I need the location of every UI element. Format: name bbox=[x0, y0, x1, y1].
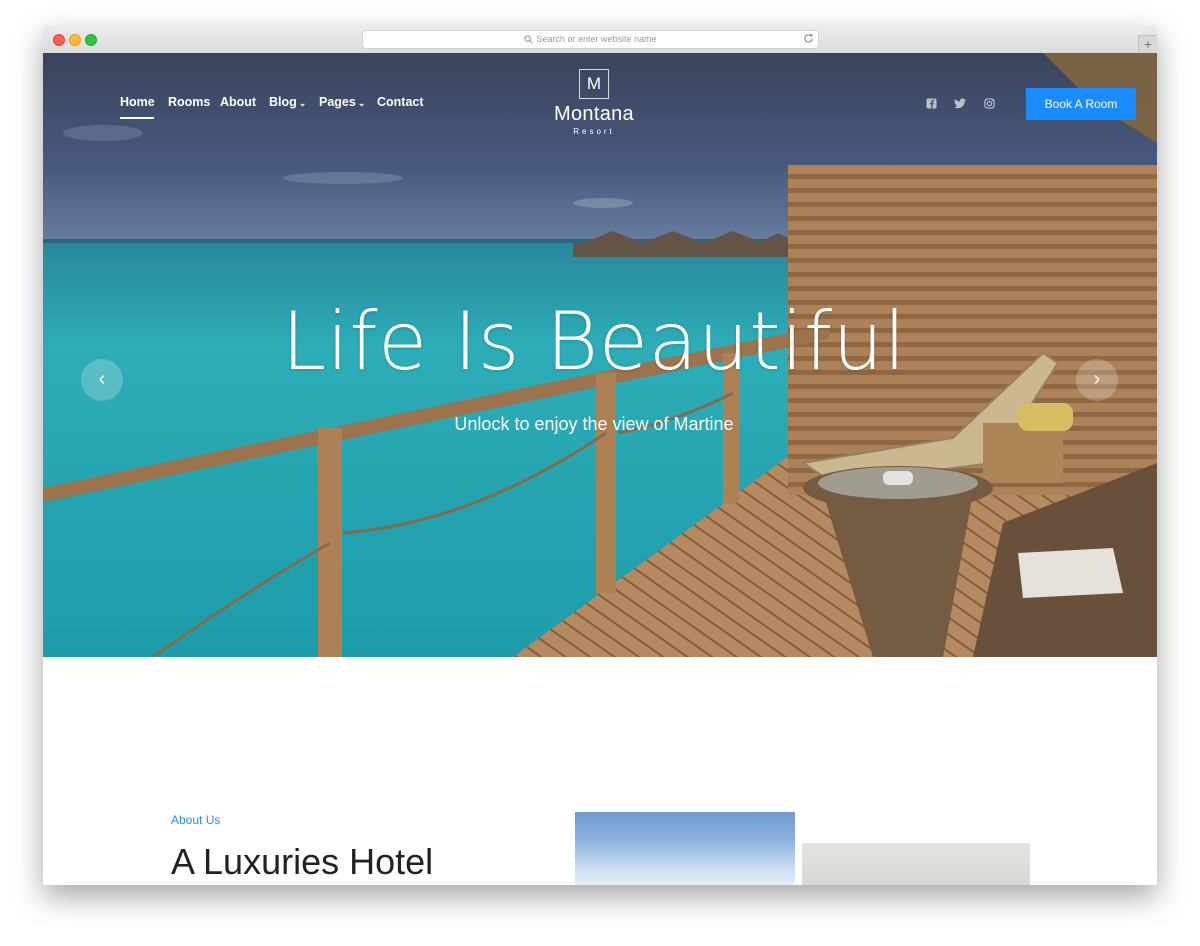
close-window-button[interactable] bbox=[53, 34, 65, 46]
browser-window: Search or enter website name + Home Room… bbox=[43, 25, 1157, 885]
facebook-icon[interactable] bbox=[926, 98, 937, 109]
book-a-room-button[interactable]: Book A Room bbox=[1026, 88, 1136, 120]
address-placeholder: Search or enter website name bbox=[536, 34, 657, 44]
site-logo[interactable]: M Montana Resort bbox=[551, 69, 637, 136]
nav-contact-label: Contact bbox=[377, 95, 424, 109]
hero-title: Life Is Beautiful bbox=[281, 295, 907, 388]
minimize-window-button[interactable] bbox=[69, 34, 81, 46]
chevron-down-icon: ⌄ bbox=[357, 98, 366, 108]
hero-subtitle: Unlock to enjoy the view of Martine bbox=[454, 414, 734, 434]
nav-rooms-label: Rooms bbox=[168, 95, 211, 109]
new-tab-button[interactable]: + bbox=[1138, 35, 1157, 54]
slider-prev-button[interactable]: ‹ bbox=[81, 359, 123, 401]
nav-blog-label: Blog bbox=[269, 95, 297, 109]
chevron-left-icon: ‹ bbox=[98, 368, 106, 390]
nav-contact[interactable]: Contact bbox=[377, 95, 424, 109]
hero-slider: Home Rooms About Blog ⌄ Pages ⌄ Contact M … bbox=[43, 53, 1157, 657]
logo-mark: M bbox=[579, 69, 609, 99]
reload-icon[interactable] bbox=[803, 33, 814, 44]
nav-active-underline bbox=[120, 117, 154, 119]
nav-home[interactable]: Home bbox=[120, 95, 155, 109]
chevron-right-icon: › bbox=[1093, 368, 1101, 390]
nav-pages[interactable]: Pages ⌄ bbox=[319, 95, 365, 109]
nav-about-label: About bbox=[220, 95, 257, 109]
instagram-icon[interactable] bbox=[984, 98, 995, 109]
nav-pages-label: Pages bbox=[319, 95, 356, 109]
about-image-room bbox=[802, 843, 1030, 885]
nav-rooms[interactable]: Rooms bbox=[168, 95, 210, 109]
nav-home-label: Home bbox=[120, 95, 155, 109]
nav-about[interactable]: About bbox=[220, 95, 256, 109]
about-section-title: A Luxuries Hotel bbox=[171, 841, 434, 882]
nav-blog[interactable]: Blog ⌄ bbox=[269, 95, 306, 109]
maximize-window-button[interactable] bbox=[85, 34, 97, 46]
chevron-down-icon: ⌄ bbox=[298, 98, 307, 108]
about-image-sky bbox=[575, 812, 795, 885]
logo-tagline: Resort bbox=[573, 127, 615, 136]
address-bar[interactable]: Search or enter website name bbox=[362, 30, 819, 49]
about-section-label: About Us bbox=[171, 813, 221, 827]
slider-next-button[interactable]: › bbox=[1076, 359, 1118, 401]
search-icon bbox=[524, 35, 533, 44]
logo-name: Montana bbox=[554, 103, 634, 125]
browser-titlebar: Search or enter website name + bbox=[43, 25, 1157, 54]
twitter-icon[interactable] bbox=[954, 98, 966, 109]
